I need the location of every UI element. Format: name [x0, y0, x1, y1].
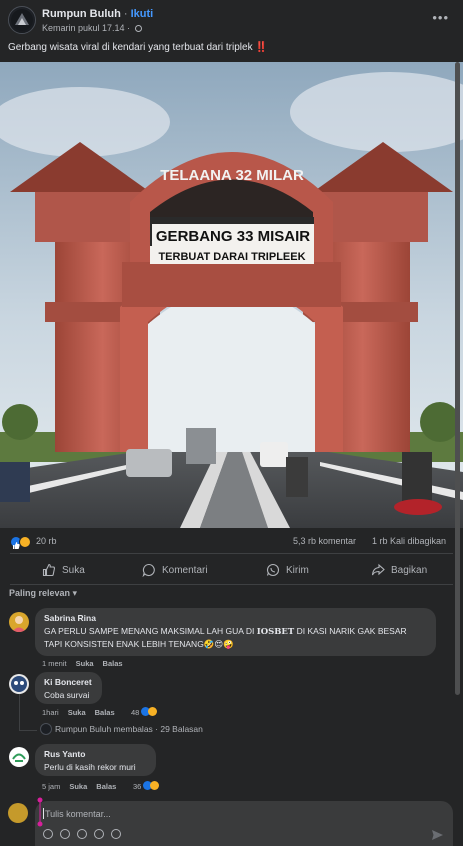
more-options-button[interactable]: •••: [432, 10, 449, 25]
view-replies-link[interactable]: Rumpun Buluh membalas · 29 Balasan: [40, 723, 203, 735]
reply-summary: Rumpun Buluh membalas · 29 Balasan: [55, 724, 203, 734]
comment-reaction-count[interactable]: 36: [133, 781, 160, 791]
share-count[interactable]: 1 rb Kali dibagikan: [372, 536, 446, 546]
timestamp-text: Kemarin pukul 17.14 ·: [42, 23, 131, 33]
comment-time[interactable]: 1 menit: [42, 659, 67, 668]
reaction-number: 36: [133, 782, 142, 791]
sign-line-3: TERBUAT DARAI TRIPLEEK: [158, 251, 305, 263]
post-timestamp[interactable]: Kemarin pukul 17.14 ·: [42, 23, 142, 33]
scrollbar[interactable]: [455, 62, 460, 695]
comment-reaction-count[interactable]: 48: [131, 707, 158, 717]
post-caption: Gerbang wisata viral di kendari yang ter…: [8, 42, 268, 53]
reaction-number: 48: [131, 708, 140, 717]
commenter-name[interactable]: Ki Bonceret: [44, 677, 93, 687]
post-action-bar: Suka Komentari Kirim Bagikan: [0, 558, 463, 582]
comment-bubble: Rus Yanto Perlu di kasih rekor muri: [35, 744, 156, 776]
commenter-name[interactable]: Sabrina Rina: [44, 613, 427, 623]
current-user-avatar[interactable]: [8, 803, 28, 823]
post-image[interactable]: TELAANA 32 MILAR GERBANG 33 MISAIR TERBU…: [0, 62, 463, 528]
haha-reaction-icon: [148, 707, 158, 716]
comment-like-button[interactable]: Suka: [76, 659, 94, 668]
sign-line-2: GERBANG 33 MISAIR: [156, 228, 310, 245]
camera-icon[interactable]: [77, 829, 87, 839]
send-comment-icon[interactable]: [432, 830, 443, 840]
share-arrow-icon: [371, 563, 385, 576]
name-separator: ·: [120, 8, 131, 20]
send-label: Kirim: [286, 564, 309, 576]
sort-label: Paling relevan: [9, 588, 71, 598]
comment-icon: [142, 563, 155, 577]
like-button[interactable]: Suka: [42, 558, 85, 582]
gate-illustration: TELAANA 32 MILAR GERBANG 33 MISAIR TERBU…: [0, 62, 463, 528]
emoji-icon[interactable]: [60, 829, 70, 839]
comment-text: Coba survai: [44, 690, 90, 700]
gif-icon[interactable]: [94, 829, 104, 839]
avatar-sticker-icon[interactable]: [43, 829, 53, 839]
comment-label: Komentari: [162, 564, 208, 576]
comment-input[interactable]: Tulis komentar...: [43, 808, 111, 819]
page-name-link[interactable]: Rumpun Buluh: [42, 8, 121, 20]
reaction-count[interactable]: 20 rb: [36, 536, 57, 546]
globe-icon: [134, 25, 142, 32]
bamboo-logo-icon: [11, 9, 33, 31]
thread-line: [19, 730, 37, 731]
comment-count[interactable]: 5,3 rb komentar: [293, 536, 356, 546]
comment-sort-dropdown[interactable]: Paling relevan ▾: [9, 588, 77, 599]
comment-text: Perlu di kasih rekor muri: [44, 762, 136, 772]
comment-brand: IOSBET: [256, 627, 295, 637]
send-button[interactable]: Kirim: [266, 558, 309, 582]
avatar[interactable]: [9, 674, 29, 694]
divider-bottom: [10, 584, 453, 585]
comment-reply-button[interactable]: Balas: [95, 708, 115, 717]
comment-time[interactable]: 1hari: [42, 708, 59, 717]
follow-button[interactable]: Ikuti: [131, 8, 154, 20]
thread-line: [19, 694, 20, 730]
comment-bubble: Ki Bonceret Coba survai: [35, 672, 102, 704]
text-caret: [43, 808, 44, 819]
composer-placeholder: Tulis komentar...: [45, 809, 111, 819]
comment-reply-button[interactable]: Balas: [96, 782, 116, 791]
like-label: Suka: [62, 564, 85, 576]
caption-text: Gerbang wisata viral di kendari yang ter…: [8, 42, 253, 53]
comment-button[interactable]: Komentari: [142, 558, 208, 582]
comment-composer[interactable]: Tulis komentar...: [35, 801, 453, 846]
comment-meta: 1hari Suka Balas: [42, 708, 115, 717]
comment-text: GA PERLU SAMPE MENANG MAKSIMAL LAH GUA D…: [44, 625, 427, 650]
comment-meta: 5 jam Suka Balas: [42, 782, 116, 791]
comment-like-button[interactable]: Suka: [68, 708, 86, 717]
comment-text-part: GA PERLU SAMPE MENANG MAKSIMAL LAH GUA D…: [44, 626, 257, 636]
comment-meta: 1 menit Suka Balas: [42, 659, 123, 668]
share-label: Bagikan: [391, 564, 428, 576]
thumbs-up-icon: [42, 563, 56, 577]
page-avatar[interactable]: [8, 6, 36, 34]
page-title: Rumpun Buluh · Ikuti: [42, 8, 153, 20]
sign-line-1: TELAANA 32 MILAR: [160, 167, 304, 184]
divider-top: [10, 553, 453, 554]
comment-like-button[interactable]: Suka: [69, 782, 87, 791]
comment-bubble: Sabrina Rina GA PERLU SAMPE MENANG MAKSI…: [35, 608, 436, 656]
reply-avatar: [40, 723, 52, 735]
comment-reply-button[interactable]: Balas: [103, 659, 123, 668]
haha-reaction-icon: [150, 781, 160, 790]
share-button[interactable]: Bagikan: [371, 558, 427, 582]
haha-reaction-icon: [19, 536, 31, 548]
post-header: Rumpun Buluh · Ikuti Kemarin pukul 17.14…: [0, 0, 463, 62]
avatar[interactable]: [9, 612, 29, 632]
commenter-name[interactable]: Rus Yanto: [44, 749, 147, 759]
avatar[interactable]: [9, 747, 29, 767]
sticker-icon[interactable]: [111, 829, 121, 839]
double-exclamation-icon: ‼️: [255, 42, 268, 53]
whatsapp-icon: [266, 563, 280, 577]
comment-time[interactable]: 5 jam: [42, 782, 60, 791]
reaction-summary: 20 rb 5,3 rb komentar 1 rb Kali dibagika…: [0, 533, 463, 551]
composer-toolbar: [43, 829, 121, 839]
text-cursor-marker-icon: [37, 797, 43, 827]
caret-down-icon: ▾: [72, 588, 78, 598]
